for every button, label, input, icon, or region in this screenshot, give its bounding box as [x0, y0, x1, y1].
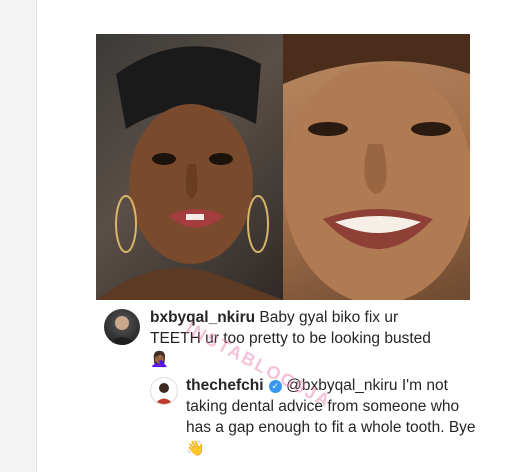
photo-collage: [96, 34, 470, 300]
portrait-illustration-left: [96, 46, 283, 300]
left-sidebar-strip: [0, 0, 37, 472]
user-silhouette-icon: [108, 316, 136, 345]
user-avatar-icon: [155, 383, 173, 404]
photo-woman-headwrap: [96, 34, 283, 300]
waving-hand-emoji-icon: 👋: [186, 440, 205, 457]
comment-text: thechefchi ✓ @bxbyqal_nkiru I'm not taki…: [186, 375, 476, 459]
avatar[interactable]: [104, 309, 140, 345]
photo-smiling-woman: [283, 34, 470, 300]
portrait-illustration-right: [283, 34, 470, 300]
comment-username[interactable]: thechefchi: [186, 377, 264, 394]
facepalm-emoji-icon: 🤦🏾‍♀️: [150, 351, 169, 368]
avatar[interactable]: [150, 377, 178, 405]
